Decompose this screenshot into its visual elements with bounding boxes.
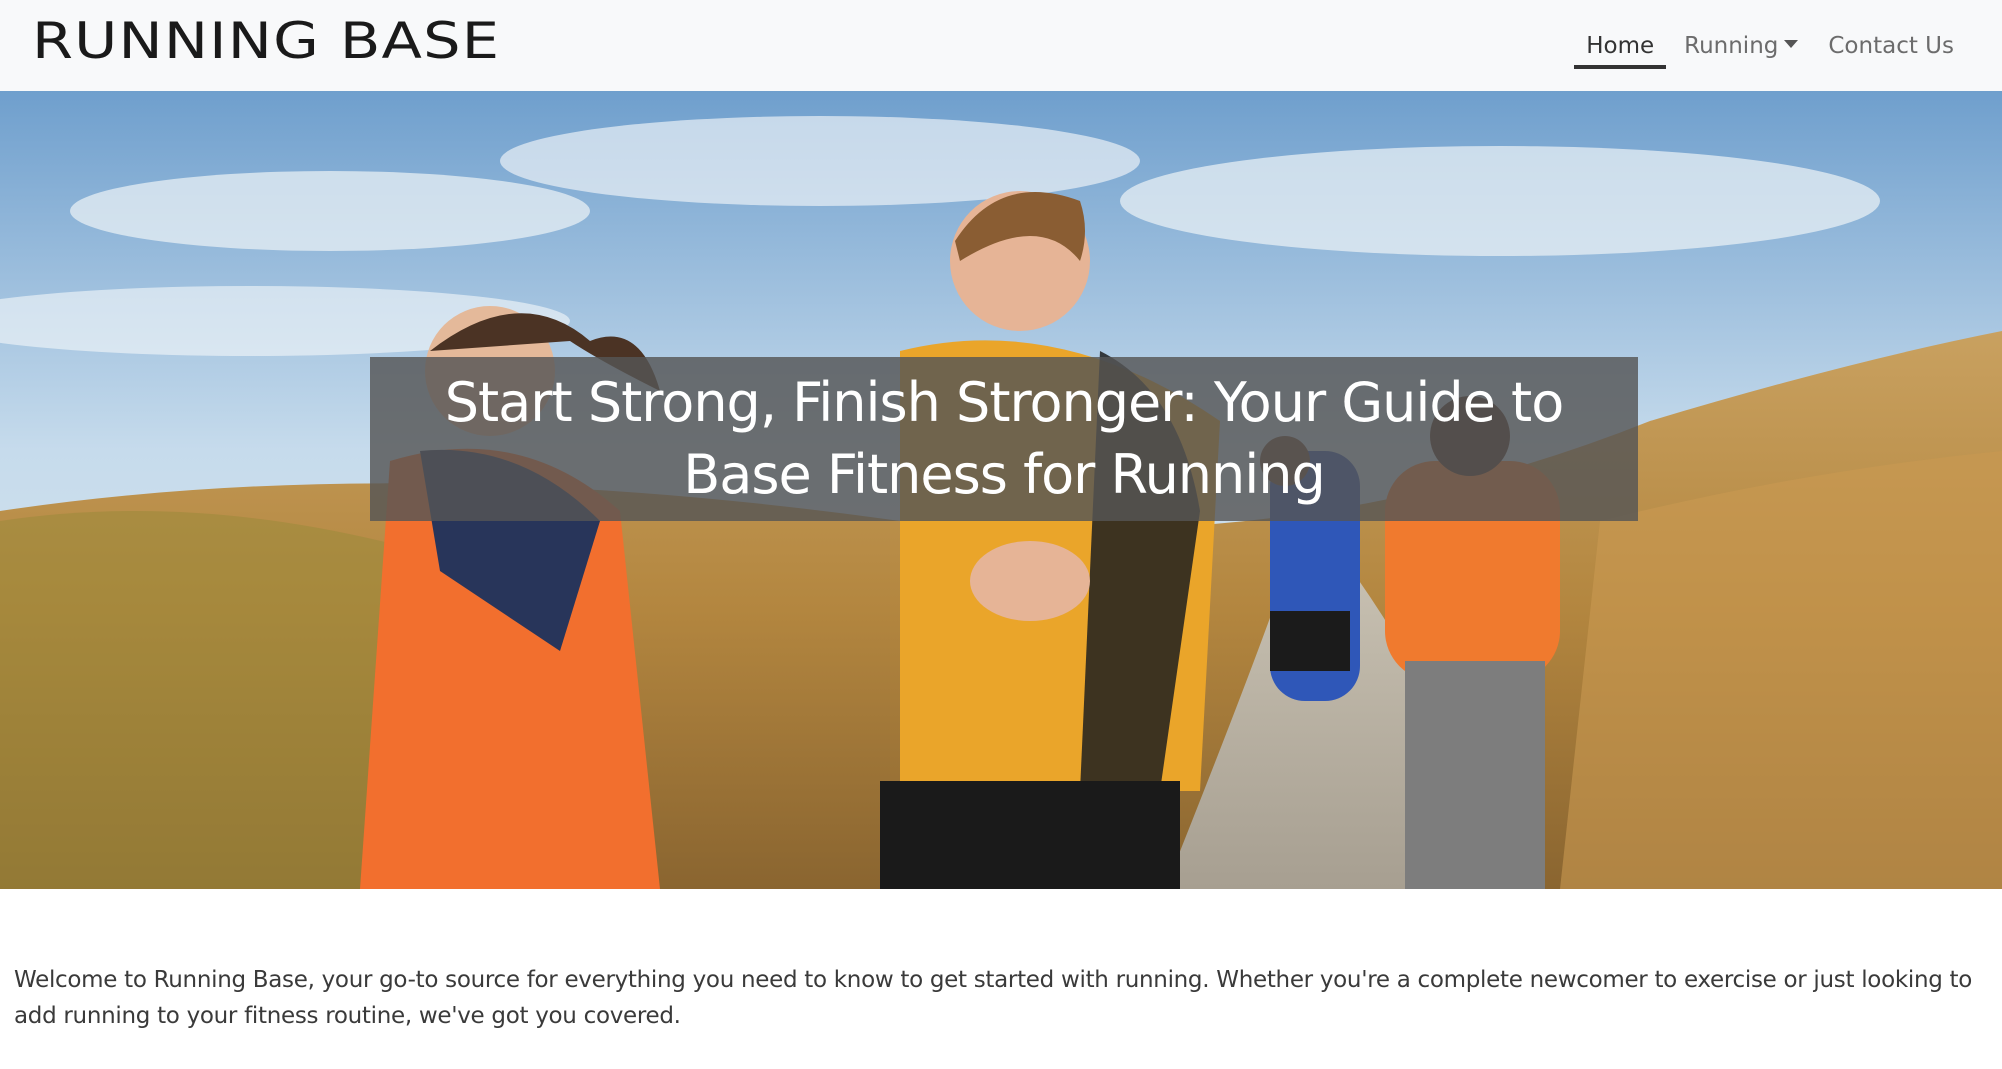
hero-title-overlay: Start Strong, Finish Stronger: Your Guid… <box>370 357 1638 521</box>
nav-home[interactable]: Home <box>1574 0 1667 91</box>
hero-banner: Start Strong, Finish Stronger: Your Guid… <box>0 91 2002 889</box>
hero-title: Start Strong, Finish Stronger: Your Guid… <box>444 371 1565 506</box>
nav-contact-us[interactable]: Contact Us <box>1816 0 1966 91</box>
caret-down-icon <box>1784 39 1799 48</box>
nav-contact-label: Contact Us <box>1828 32 1954 59</box>
intro-paragraph: Welcome to Running Base, your go-to sour… <box>14 967 1973 1029</box>
nav-home-label: Home <box>1586 32 1655 59</box>
brand-logo[interactable]: RUNNING BASE <box>32 14 500 68</box>
nav-running-label: Running <box>1684 32 1779 59</box>
navbar: RUNNING BASE Home Running Contact Us <box>0 0 2002 91</box>
nav-running-dropdown[interactable]: Running <box>1672 0 1810 91</box>
nav-menu: Home Running Contact Us <box>1574 0 1966 91</box>
